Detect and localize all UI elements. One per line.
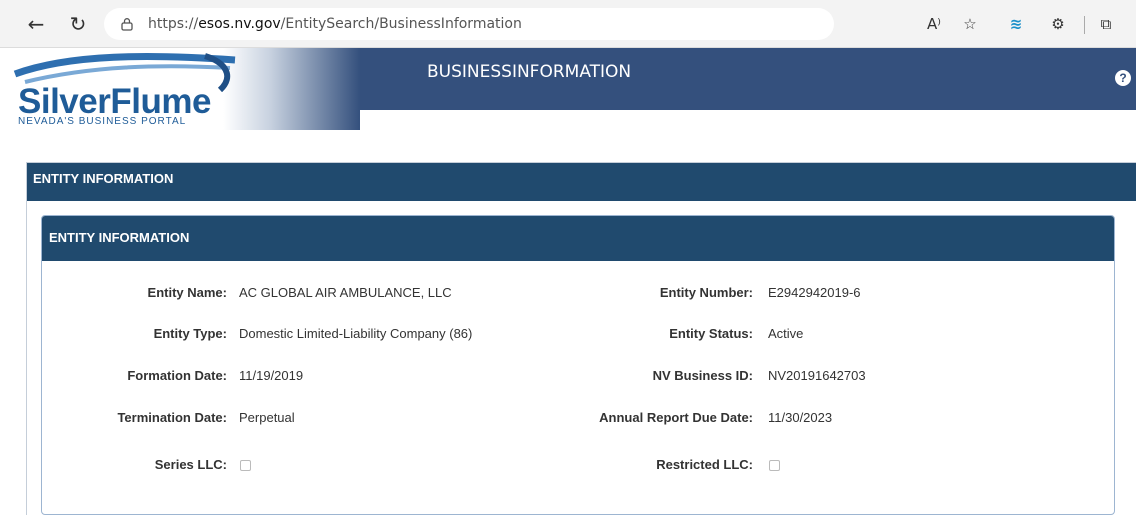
- entity-type-value: Domestic Limited-Liability Company (86): [239, 326, 473, 341]
- entity-information-section: ENTITY INFORMATION ENTITY INFORMATION En…: [26, 162, 1136, 515]
- termination-date-value: Perpetual: [239, 410, 295, 425]
- favorites-icon[interactable]: ☆: [958, 12, 982, 36]
- entity-information-panel: ENTITY INFORMATION Entity Name: AC GLOBA…: [41, 215, 1115, 515]
- page-title: BUSINESSINFORMATION: [427, 62, 632, 82]
- termination-date-label: Termination Date:: [117, 410, 227, 425]
- read-aloud-icon[interactable]: A⁾: [922, 12, 946, 36]
- annual-report-due-date-label: Annual Report Due Date:: [599, 410, 753, 425]
- entity-status-value: Active: [768, 326, 804, 341]
- restricted-llc-checkbox[interactable]: [769, 460, 780, 471]
- url-host: esos.nv.gov: [198, 16, 281, 32]
- reload-icon[interactable]: ↻: [66, 12, 90, 36]
- logo-tagline: NEVADA'S BUSINESS PORTAL: [18, 116, 187, 127]
- lock-icon: [120, 17, 134, 31]
- series-llc-checkbox[interactable]: [240, 460, 251, 471]
- entity-name-value: AC GLOBAL AIR AMBULANCE, LLC: [239, 285, 452, 300]
- panel-heading: ENTITY INFORMATION: [42, 216, 1114, 261]
- entity-number-label: Entity Number:: [659, 285, 753, 300]
- browser-toolbar: ← ↻ https://esos.nv.gov/EntitySearch/Bus…: [0, 0, 1136, 48]
- address-bar[interactable]: https://esos.nv.gov/EntitySearch/Busines…: [104, 8, 834, 40]
- formation-date-value: 11/19/2019: [239, 368, 304, 383]
- nv-business-id-value: NV20191642703: [768, 368, 866, 383]
- toolbar-divider: [1084, 16, 1085, 34]
- extensions-puzzle-icon[interactable]: ⚙: [1046, 12, 1070, 36]
- site-header: SilverFlume NEVADA'S BUSINESS PORTAL BUS…: [0, 48, 1136, 130]
- nv-business-id-label: NV Business ID:: [652, 368, 753, 383]
- annual-report-due-date-value: 11/30/2023: [768, 410, 833, 425]
- extension-icon[interactable]: ≋: [1004, 12, 1028, 36]
- logo[interactable]: SilverFlume NEVADA'S BUSINESS PORTAL: [0, 48, 360, 130]
- entity-name-label: Entity Name:: [147, 285, 227, 300]
- formation-date-label: Formation Date:: [127, 368, 227, 383]
- entity-status-label: Entity Status:: [669, 326, 753, 341]
- entity-number-value: E2942942019-6: [768, 285, 861, 300]
- url-prefix: https://: [148, 16, 199, 32]
- collections-icon[interactable]: ⧉: [1094, 12, 1118, 36]
- help-icon[interactable]: ?: [1115, 70, 1131, 86]
- section-heading: ENTITY INFORMATION: [27, 163, 1136, 201]
- restricted-llc-label: Restricted LLC:: [656, 457, 753, 472]
- series-llc-label: Series LLC:: [154, 457, 227, 472]
- entity-type-label: Entity Type:: [153, 326, 227, 341]
- back-icon[interactable]: ←: [24, 12, 48, 36]
- url-path: /EntitySearch/BusinessInformation: [280, 16, 522, 32]
